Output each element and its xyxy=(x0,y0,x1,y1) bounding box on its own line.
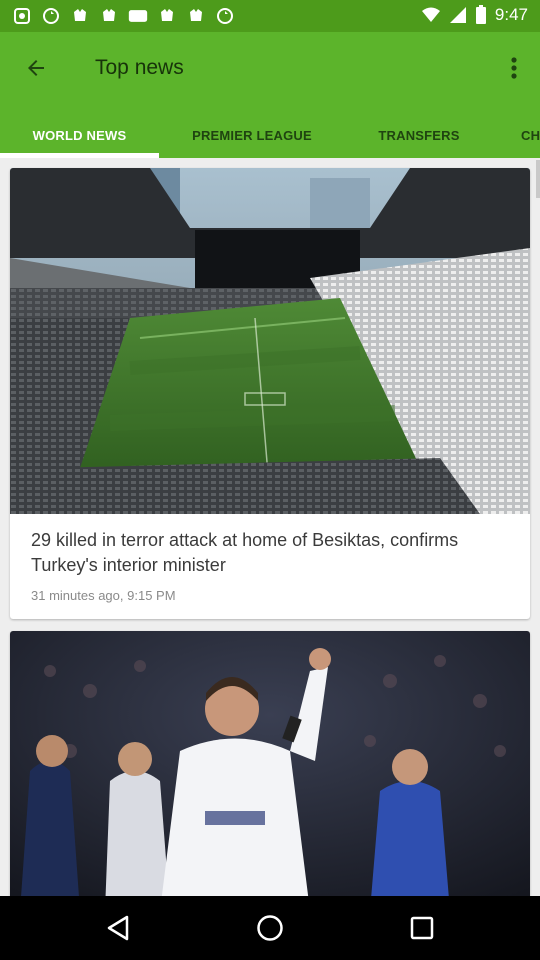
page-title: Top news xyxy=(95,56,184,79)
notification-icons xyxy=(12,6,235,26)
more-options-button[interactable] xyxy=(502,52,526,84)
scrollbar xyxy=(536,160,540,198)
esc-icon xyxy=(128,10,148,22)
home-icon xyxy=(257,915,283,941)
category-tabs: WORLD NEWS PREMIER LEAGUE TRANSFERS CH xyxy=(0,112,540,158)
app-bar: Top news WORLD NEWS PREMIER LEAGUE TRANS… xyxy=(0,32,540,158)
tab-ch[interactable]: CH xyxy=(493,112,540,158)
status-bar: 9:47 xyxy=(0,0,540,32)
app-notification-icon xyxy=(190,9,202,21)
tab-world-news[interactable]: WORLD NEWS xyxy=(0,112,159,158)
system-status: 9:47 xyxy=(421,5,528,25)
news-card[interactable] xyxy=(10,631,530,896)
battery-icon xyxy=(475,5,486,24)
signal-icon xyxy=(449,7,466,23)
news-card[interactable]: 29 killed in terror attack at home of Be… xyxy=(10,168,530,619)
tab-premier-league[interactable]: PREMIER LEAGUE xyxy=(159,112,345,158)
news-feed[interactable]: 29 killed in terror attack at home of Be… xyxy=(0,158,540,896)
article-headline[interactable]: 29 killed in terror attack at home of Be… xyxy=(31,528,509,578)
stadium-photo[interactable] xyxy=(10,168,530,514)
nav-back-button[interactable] xyxy=(98,908,138,948)
clock: 9:47 xyxy=(494,5,528,24)
app-notification-icon xyxy=(14,8,30,24)
recents-icon xyxy=(410,916,434,940)
sync-icon xyxy=(217,8,233,24)
back-button[interactable] xyxy=(18,50,54,86)
sync-icon xyxy=(43,8,59,24)
arrow-back-icon xyxy=(28,60,44,76)
tab-transfers[interactable]: TRANSFERS xyxy=(345,112,493,158)
card-body: 29 killed in terror attack at home of Be… xyxy=(10,514,530,619)
back-icon xyxy=(107,915,129,941)
system-navigation-bar xyxy=(0,896,540,960)
app-notification-icon xyxy=(161,9,173,21)
app-notification-icon xyxy=(74,9,86,21)
wifi-icon xyxy=(421,7,440,22)
article-timestamp: 31 minutes ago, 9:15 PM xyxy=(31,588,176,603)
app-notification-icon xyxy=(103,9,115,21)
nav-home-button[interactable] xyxy=(250,908,290,948)
nav-recents-button[interactable] xyxy=(402,908,442,948)
more-vert-icon xyxy=(511,57,517,79)
football-player-photo[interactable] xyxy=(10,631,530,896)
